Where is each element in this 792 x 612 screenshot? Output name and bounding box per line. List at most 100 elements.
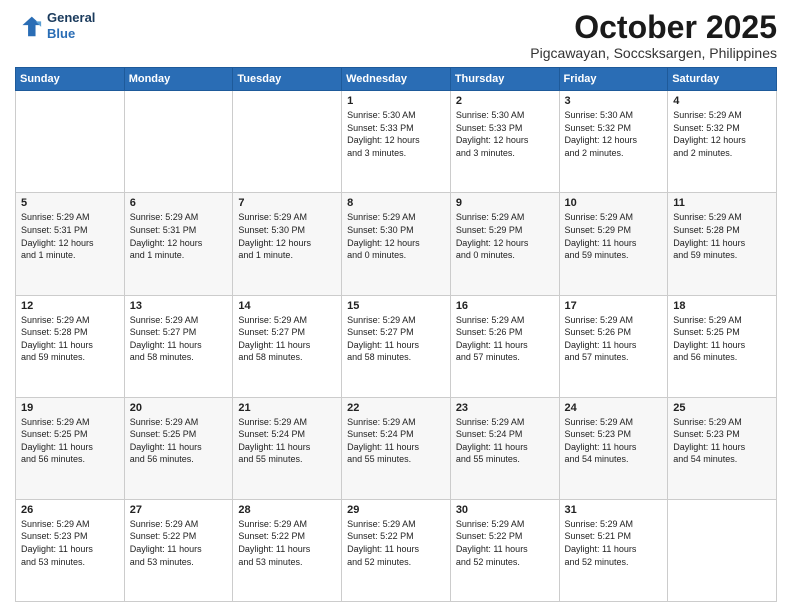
day-info: Sunrise: 5:30 AM Sunset: 5:32 PM Dayligh… xyxy=(565,109,663,159)
day-info: Sunrise: 5:29 AM Sunset: 5:27 PM Dayligh… xyxy=(130,314,228,364)
day-info: Sunrise: 5:29 AM Sunset: 5:24 PM Dayligh… xyxy=(238,416,336,466)
day-number: 29 xyxy=(347,504,445,516)
calendar-week-row: 12 Sunrise: 5:29 AM Sunset: 5:28 PM Dayli… xyxy=(16,295,777,397)
calendar-cell: 10Sunrise: 5:29 AM Sunset: 5:29 PM Dayli… xyxy=(559,193,668,295)
calendar-cell: 9 Sunrise: 5:29 AM Sunset: 5:29 PM Daylig… xyxy=(450,193,559,295)
day-number: 8 xyxy=(347,197,445,209)
calendar-cell: 20Sunrise: 5:29 AM Sunset: 5:25 PM Dayli… xyxy=(124,397,233,499)
day-info: Sunrise: 5:29 AM Sunset: 5:31 PM Dayligh… xyxy=(21,211,119,261)
calendar-cell: 12 Sunrise: 5:29 AM Sunset: 5:28 PM Dayli… xyxy=(16,295,125,397)
day-info: Sunrise: 5:29 AM Sunset: 5:24 PM Dayligh… xyxy=(347,416,445,466)
day-number: 10 xyxy=(565,197,663,209)
calendar-cell: 13 Sunrise: 5:29 AM Sunset: 5:27 PM Dayli… xyxy=(124,295,233,397)
day-number: 14 xyxy=(238,300,336,312)
weekday-header-cell: Tuesday xyxy=(233,68,342,91)
day-info: Sunrise: 5:29 AM Sunset: 5:25 PM Dayligh… xyxy=(130,416,228,466)
day-info: Sunrise: 5:29 AM Sunset: 5:22 PM Dayligh… xyxy=(130,518,228,568)
day-number: 2 xyxy=(456,95,554,107)
weekday-header-row: SundayMondayTuesdayWednesdayThursdayFrid… xyxy=(16,68,777,91)
day-number: 27 xyxy=(130,504,228,516)
calendar-cell: 7 Sunrise: 5:29 AM Sunset: 5:30 PM Daylig… xyxy=(233,193,342,295)
weekday-header-cell: Wednesday xyxy=(342,68,451,91)
logo-text: General Blue xyxy=(47,10,95,41)
calendar-cell: 1 Sunrise: 5:30 AM Sunset: 5:33 PM Daylig… xyxy=(342,91,451,193)
day-number: 1 xyxy=(347,95,445,107)
weekday-header-cell: Saturday xyxy=(668,68,777,91)
calendar-cell: 29Sunrise: 5:29 AM Sunset: 5:22 PM Dayli… xyxy=(342,499,451,601)
weekday-header-cell: Friday xyxy=(559,68,668,91)
day-number: 5 xyxy=(21,197,119,209)
day-info: Sunrise: 5:29 AM Sunset: 5:23 PM Dayligh… xyxy=(673,416,771,466)
calendar-week-row: 5 Sunrise: 5:29 AM Sunset: 5:31 PM Daylig… xyxy=(16,193,777,295)
calendar-body: 1 Sunrise: 5:30 AM Sunset: 5:33 PM Daylig… xyxy=(16,91,777,602)
calendar-cell xyxy=(124,91,233,193)
day-number: 23 xyxy=(456,402,554,414)
calendar-cell: 4Sunrise: 5:29 AM Sunset: 5:32 PM Daylig… xyxy=(668,91,777,193)
day-info: Sunrise: 5:30 AM Sunset: 5:33 PM Dayligh… xyxy=(347,109,445,159)
day-info: Sunrise: 5:29 AM Sunset: 5:29 PM Dayligh… xyxy=(456,211,554,261)
day-number: 16 xyxy=(456,300,554,312)
day-number: 26 xyxy=(21,504,119,516)
calendar-cell: 16Sunrise: 5:29 AM Sunset: 5:26 PM Dayli… xyxy=(450,295,559,397)
calendar-cell: 2Sunrise: 5:30 AM Sunset: 5:33 PM Daylig… xyxy=(450,91,559,193)
weekday-header-cell: Sunday xyxy=(16,68,125,91)
day-number: 24 xyxy=(565,402,663,414)
day-number: 21 xyxy=(238,402,336,414)
day-info: Sunrise: 5:29 AM Sunset: 5:30 PM Dayligh… xyxy=(238,211,336,261)
day-number: 19 xyxy=(21,402,119,414)
calendar-cell: 8 Sunrise: 5:29 AM Sunset: 5:30 PM Daylig… xyxy=(342,193,451,295)
day-number: 15 xyxy=(347,300,445,312)
weekday-header-cell: Thursday xyxy=(450,68,559,91)
calendar-cell xyxy=(233,91,342,193)
logo: General Blue xyxy=(15,10,95,41)
header: General Blue October 2025 Pigcawayan, So… xyxy=(15,10,777,61)
day-number: 28 xyxy=(238,504,336,516)
day-info: Sunrise: 5:29 AM Sunset: 5:25 PM Dayligh… xyxy=(21,416,119,466)
calendar-table: SundayMondayTuesdayWednesdayThursdayFrid… xyxy=(15,67,777,602)
day-info: Sunrise: 5:29 AM Sunset: 5:25 PM Dayligh… xyxy=(673,314,771,364)
day-number: 17 xyxy=(565,300,663,312)
day-info: Sunrise: 5:29 AM Sunset: 5:22 PM Dayligh… xyxy=(238,518,336,568)
day-info: Sunrise: 5:29 AM Sunset: 5:23 PM Dayligh… xyxy=(565,416,663,466)
day-number: 11 xyxy=(673,197,771,209)
day-number: 22 xyxy=(347,402,445,414)
calendar-cell: 26 Sunrise: 5:29 AM Sunset: 5:23 PM Dayli… xyxy=(16,499,125,601)
day-info: Sunrise: 5:29 AM Sunset: 5:28 PM Dayligh… xyxy=(21,314,119,364)
calendar-cell xyxy=(668,499,777,601)
calendar-cell: 23Sunrise: 5:29 AM Sunset: 5:24 PM Dayli… xyxy=(450,397,559,499)
calendar-cell: 22 Sunrise: 5:29 AM Sunset: 5:24 PM Dayli… xyxy=(342,397,451,499)
day-number: 6 xyxy=(130,197,228,209)
day-number: 13 xyxy=(130,300,228,312)
day-info: Sunrise: 5:29 AM Sunset: 5:27 PM Dayligh… xyxy=(238,314,336,364)
calendar-week-row: 1 Sunrise: 5:30 AM Sunset: 5:33 PM Daylig… xyxy=(16,91,777,193)
calendar-cell: 25 Sunrise: 5:29 AM Sunset: 5:23 PM Dayli… xyxy=(668,397,777,499)
calendar-cell: 18 Sunrise: 5:29 AM Sunset: 5:25 PM Dayli… xyxy=(668,295,777,397)
page: General Blue October 2025 Pigcawayan, So… xyxy=(0,0,792,612)
day-number: 12 xyxy=(21,300,119,312)
calendar-cell: 11Sunrise: 5:29 AM Sunset: 5:28 PM Dayli… xyxy=(668,193,777,295)
month-title: October 2025 xyxy=(530,10,777,45)
day-info: Sunrise: 5:29 AM Sunset: 5:27 PM Dayligh… xyxy=(347,314,445,364)
day-number: 4 xyxy=(673,95,771,107)
day-number: 7 xyxy=(238,197,336,209)
day-number: 30 xyxy=(456,504,554,516)
day-number: 25 xyxy=(673,402,771,414)
calendar-cell: 30 Sunrise: 5:29 AM Sunset: 5:22 PM Dayli… xyxy=(450,499,559,601)
calendar-cell: 31Sunrise: 5:29 AM Sunset: 5:21 PM Dayli… xyxy=(559,499,668,601)
calendar-cell: 21 Sunrise: 5:29 AM Sunset: 5:24 PM Dayli… xyxy=(233,397,342,499)
day-number: 3 xyxy=(565,95,663,107)
day-number: 18 xyxy=(673,300,771,312)
day-number: 9 xyxy=(456,197,554,209)
day-info: Sunrise: 5:29 AM Sunset: 5:30 PM Dayligh… xyxy=(347,211,445,261)
day-info: Sunrise: 5:29 AM Sunset: 5:22 PM Dayligh… xyxy=(456,518,554,568)
calendar-cell: 24 Sunrise: 5:29 AM Sunset: 5:23 PM Dayli… xyxy=(559,397,668,499)
calendar-cell: 5 Sunrise: 5:29 AM Sunset: 5:31 PM Daylig… xyxy=(16,193,125,295)
calendar-cell: 6 Sunrise: 5:29 AM Sunset: 5:31 PM Daylig… xyxy=(124,193,233,295)
calendar-cell: 19 Sunrise: 5:29 AM Sunset: 5:25 PM Dayli… xyxy=(16,397,125,499)
calendar-week-row: 26 Sunrise: 5:29 AM Sunset: 5:23 PM Dayli… xyxy=(16,499,777,601)
day-info: Sunrise: 5:29 AM Sunset: 5:23 PM Dayligh… xyxy=(21,518,119,568)
location-subtitle: Pigcawayan, Soccsksargen, Philippines xyxy=(530,45,777,61)
logo-icon xyxy=(15,12,43,40)
day-info: Sunrise: 5:29 AM Sunset: 5:31 PM Dayligh… xyxy=(130,211,228,261)
calendar-cell: 3 Sunrise: 5:30 AM Sunset: 5:32 PM Daylig… xyxy=(559,91,668,193)
